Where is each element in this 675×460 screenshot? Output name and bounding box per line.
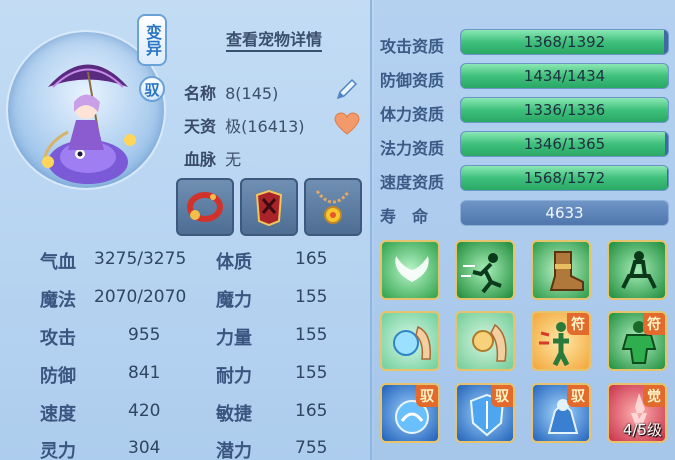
spirit-value: 304 <box>128 438 161 458</box>
talent-value: 极(16413) <box>225 117 305 136</box>
speed-aptitude-bar: 1568/1572 <box>460 165 669 191</box>
pet-name-row: 名称 8(145) <box>184 80 278 104</box>
lifespan-value: 4633 <box>460 200 669 226</box>
spirit-hand-icon <box>393 325 431 360</box>
attack-label: 攻击 <box>40 328 76 349</box>
skill-slot-4[interactable] <box>607 240 667 300</box>
ride-tag: 驭 <box>567 385 589 407</box>
mp-value: 2070/2070 <box>94 287 187 307</box>
defense-aptitude-value: 1434/1434 <box>523 67 606 85</box>
speed-aptitude-label: 速度资质 <box>380 173 445 192</box>
mutant-badge: 变异 <box>137 14 167 66</box>
heart-icon[interactable] <box>334 112 360 136</box>
skill-slot-11[interactable]: 驭 <box>531 383 591 443</box>
defense-label: 防御 <box>40 366 76 387</box>
skill-slot-8[interactable]: 符 <box>607 311 667 371</box>
constitution-label: 体质 <box>216 252 252 273</box>
gold-sun-necklace-icon <box>315 190 351 224</box>
red-armor-icon <box>255 189 283 227</box>
skill-slot-10[interactable]: 驭 <box>455 383 515 443</box>
ride-tag: 驭 <box>416 385 438 407</box>
agility-label: 敏捷 <box>216 404 252 425</box>
talent-label: 天资 <box>184 117 217 136</box>
magic-power-value: 155 <box>295 287 328 307</box>
awaken-tag: 觉 <box>643 385 665 407</box>
red-bead-collar-icon <box>187 192 223 222</box>
lifespan-label: 寿 命 <box>380 207 429 226</box>
bloodline-value: 无 <box>225 150 242 169</box>
name-label: 名称 <box>184 84 217 103</box>
endurance-value: 155 <box>295 363 328 383</box>
skill-slot-5[interactable] <box>380 311 440 371</box>
strength-value: 155 <box>295 325 328 345</box>
equip-slot-collar[interactable] <box>176 178 234 236</box>
potential-value: 755 <box>295 438 328 458</box>
defense-value: 841 <box>128 363 161 383</box>
bloodline-label: 血脉 <box>184 150 217 169</box>
skill-slot-12[interactable]: 觉 4/5级 <box>607 383 667 443</box>
pet-talent-row: 天资 极(16413) <box>184 113 305 137</box>
attack-aptitude-bar: 1368/1392 <box>460 29 669 55</box>
hp-value: 3275/3275 <box>94 249 187 269</box>
pet-bloodline-row: 血脉 无 <box>184 146 241 170</box>
magic-aptitude-bar: 1346/1365 <box>460 131 669 157</box>
ride-badge: 驭 <box>139 76 165 102</box>
grip-hand-icon <box>472 323 507 362</box>
magic-power-label: 魔力 <box>216 290 252 311</box>
defense-aptitude-label: 防御资质 <box>380 71 445 90</box>
defense-aptitude-bar: 1434/1434 <box>460 63 669 89</box>
boots-icon <box>549 251 584 291</box>
skill-slot-7[interactable]: 符 <box>531 311 591 371</box>
magic-aptitude-label: 法力资质 <box>380 139 445 158</box>
wings-icon <box>395 256 429 282</box>
rename-pencil-icon[interactable] <box>334 76 360 102</box>
stamina-aptitude-label: 体力资质 <box>380 105 445 124</box>
skill-slot-2[interactable] <box>455 240 515 300</box>
skill-slot-1[interactable] <box>380 240 440 300</box>
speed-label: 速度 <box>40 404 76 425</box>
spirit-label: 灵力 <box>40 441 76 460</box>
speed-aptitude-value: 1568/1572 <box>523 169 606 187</box>
name-value: 8(145) <box>225 84 279 103</box>
attack-aptitude-value: 1368/1392 <box>523 33 606 51</box>
equip-slot-necklace[interactable] <box>304 178 362 236</box>
rider-icon <box>621 251 657 289</box>
attack-value: 955 <box>128 325 161 345</box>
dash-icon <box>461 253 502 294</box>
speed-value: 420 <box>128 401 161 421</box>
equip-slot-armor[interactable] <box>240 178 298 236</box>
ride-tag: 驭 <box>491 385 513 407</box>
view-pet-details-link[interactable]: 查看宠物详情 <box>226 30 323 52</box>
mp-label: 魔法 <box>40 290 76 311</box>
hp-label: 气血 <box>40 252 76 273</box>
awaken-level: 4/5级 <box>622 421 662 439</box>
constitution-value: 165 <box>295 249 328 269</box>
potential-label: 潜力 <box>216 441 252 460</box>
stamina-aptitude-bar: 1336/1336 <box>460 97 669 123</box>
talisman-tag: 符 <box>567 313 589 335</box>
stamina-aptitude-value: 1336/1336 <box>523 101 606 119</box>
talisman-tag: 符 <box>643 313 665 335</box>
endurance-label: 耐力 <box>216 366 252 387</box>
skill-slot-3[interactable] <box>531 240 591 300</box>
magic-aptitude-value: 1346/1365 <box>523 135 606 153</box>
attack-aptitude-label: 攻击资质 <box>380 37 445 56</box>
strength-label: 力量 <box>216 328 252 349</box>
skill-slot-9[interactable]: 驭 <box>380 383 440 443</box>
skill-slot-6[interactable] <box>455 311 515 371</box>
agility-value: 165 <box>295 401 328 421</box>
